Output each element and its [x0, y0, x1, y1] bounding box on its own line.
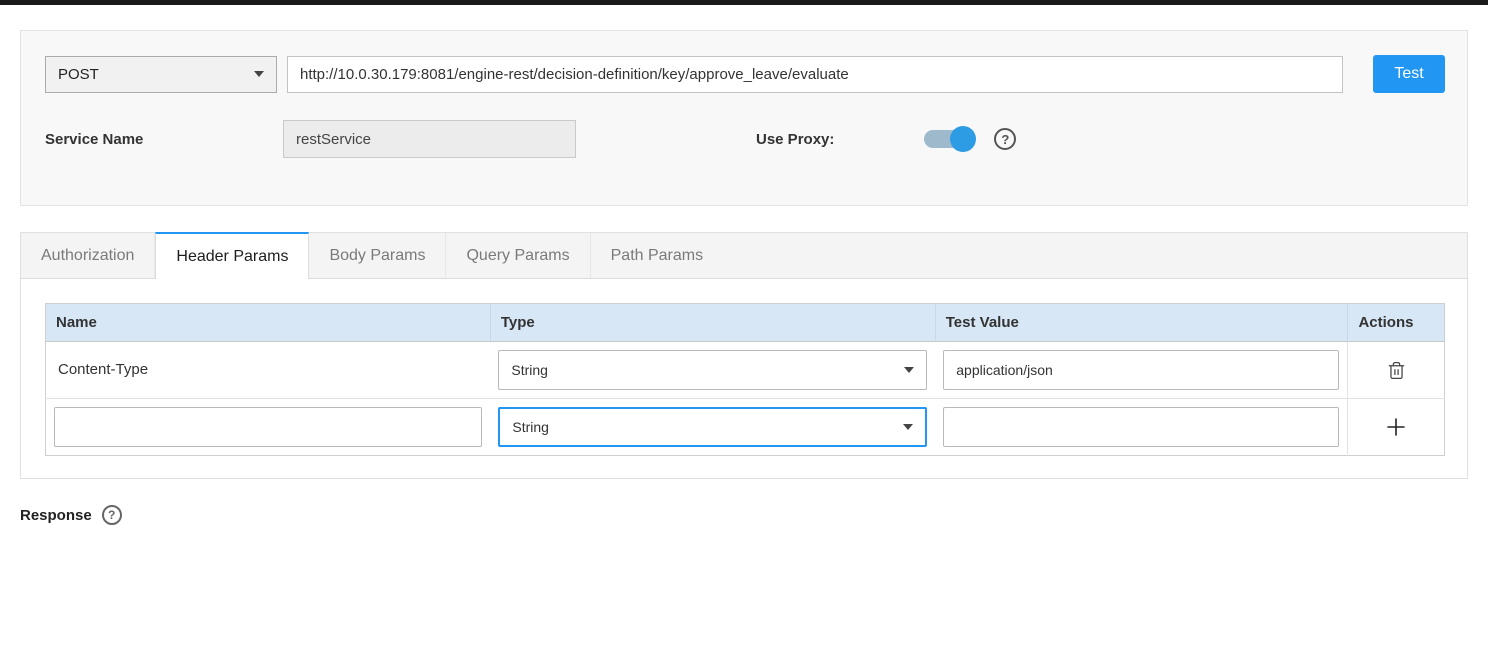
service-name-label: Service Name	[45, 131, 283, 148]
plus-icon	[1384, 415, 1408, 439]
tab-body-params[interactable]: Body Params	[309, 233, 446, 278]
tabs-section: Authorization Header Params Body Params …	[20, 232, 1468, 479]
response-help-icon[interactable]: ?	[102, 505, 122, 525]
tab-header-params[interactable]: Header Params	[155, 232, 309, 279]
toggle-thumb	[950, 126, 976, 152]
url-input[interactable]	[287, 56, 1343, 93]
tab-query-params[interactable]: Query Params	[446, 233, 590, 278]
table-row: Content-Type String	[46, 342, 1445, 399]
service-name-input[interactable]	[283, 120, 576, 158]
test-button[interactable]: Test	[1373, 55, 1445, 93]
new-param-name-input[interactable]	[54, 407, 482, 447]
column-header-type: Type	[490, 304, 935, 342]
dropdown-arrow-icon	[254, 71, 264, 77]
param-name-text: Content-Type	[54, 361, 148, 378]
use-proxy-toggle[interactable]	[924, 126, 976, 152]
service-row: Service Name Use Proxy: ?	[45, 120, 1445, 158]
column-header-test-value: Test Value	[935, 304, 1348, 342]
column-header-actions: Actions	[1348, 304, 1445, 342]
request-panel: POST Test Service Name Use Proxy: ?	[20, 30, 1468, 206]
use-proxy-label: Use Proxy:	[756, 131, 834, 148]
param-test-value-input[interactable]	[943, 350, 1339, 390]
method-select-value: POST	[58, 66, 99, 83]
question-glyph: ?	[1001, 132, 1009, 147]
param-type-select[interactable]: String	[498, 350, 927, 390]
dropdown-arrow-icon	[904, 367, 914, 373]
params-table: Name Type Test Value Actions Content-Typ…	[45, 303, 1445, 456]
dropdown-arrow-icon	[903, 424, 913, 430]
table-header-row: Name Type Test Value Actions	[46, 304, 1445, 342]
proxy-help-icon[interactable]: ?	[994, 128, 1016, 150]
param-type-value: String	[511, 362, 548, 378]
table-row: String	[46, 399, 1445, 456]
response-section: Response ?	[20, 505, 122, 525]
method-select[interactable]: POST	[45, 56, 277, 93]
column-header-name: Name	[46, 304, 491, 342]
new-param-test-value-input[interactable]	[943, 407, 1339, 447]
tab-bar: Authorization Header Params Body Params …	[20, 232, 1468, 279]
new-param-type-select[interactable]: String	[498, 407, 927, 447]
tab-authorization[interactable]: Authorization	[21, 233, 155, 278]
add-row-button[interactable]	[1379, 410, 1413, 444]
question-glyph: ?	[108, 508, 115, 522]
response-label: Response	[20, 507, 92, 524]
delete-row-button[interactable]	[1379, 353, 1413, 387]
tab-content: Name Type Test Value Actions Content-Typ…	[20, 279, 1468, 479]
request-row: POST Test	[45, 55, 1445, 93]
param-type-value: String	[512, 419, 549, 435]
tab-path-params[interactable]: Path Params	[591, 233, 723, 278]
trash-icon	[1387, 361, 1406, 380]
top-bar	[0, 0, 1488, 5]
